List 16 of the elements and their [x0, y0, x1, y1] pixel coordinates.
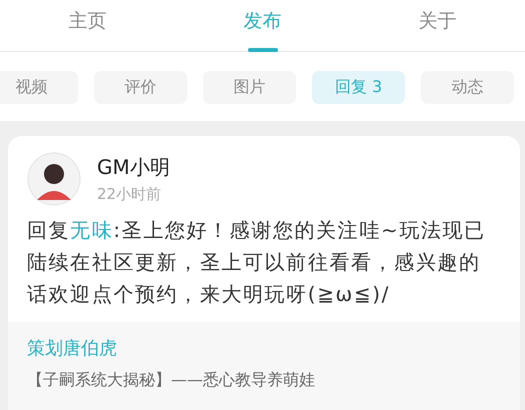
tab[interactable]: 发布	[244, 8, 282, 34]
tab[interactable]: 关于	[418, 8, 456, 34]
filter-chip[interactable]: 回复 3	[312, 71, 405, 104]
quoted-post[interactable]: 策划唐伯虎 【子嗣系统大揭秘】——悉心教导养萌娃	[8, 322, 520, 410]
user-link[interactable]: 无味	[70, 218, 114, 242]
filter-chip[interactable]: 评价	[94, 71, 187, 104]
quoted-title: 【子嗣系统大揭秘】——悉心教导养萌娃	[27, 370, 316, 391]
post-time: 22小时前	[97, 185, 162, 204]
filter-chip[interactable]: 视频	[0, 71, 78, 104]
filter-chip[interactable]: 动态	[421, 71, 514, 104]
filter-chip[interactable]: 图片	[203, 71, 296, 104]
quoted-author: 策划唐伯虎	[27, 337, 118, 360]
tab[interactable]: 主页	[68, 8, 106, 34]
avatar	[27, 152, 81, 206]
reply-text: 回复无味:圣上您好！感谢您的关注哇~玩法现已陆续在社区更新，圣上可以前往看看，感兴趣的话欢迎点个预约，来大明玩呀(≧ω≦)/	[26, 217, 487, 308]
author-name: GM小明	[97, 154, 170, 181]
